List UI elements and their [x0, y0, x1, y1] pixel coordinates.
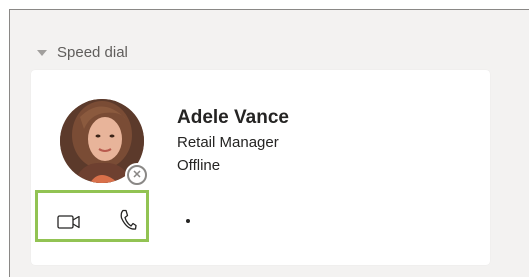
phone-icon — [120, 209, 137, 230]
speed-dial-section-header[interactable]: Speed dial — [37, 44, 128, 61]
more-options-button[interactable] — [175, 211, 201, 231]
contact-role: Retail Manager — [177, 134, 279, 151]
presence-status-icon: ✕ — [125, 163, 149, 187]
video-call-button[interactable] — [55, 209, 83, 235]
audio-call-button[interactable] — [117, 206, 139, 234]
contact-status: Offline — [177, 157, 221, 174]
section-title: Speed dial — [57, 44, 128, 61]
chevron-down-icon — [37, 49, 47, 56]
more-options-icon — [186, 219, 190, 223]
video-icon — [57, 215, 80, 229]
contact-name: Adele Vance — [177, 107, 289, 128]
